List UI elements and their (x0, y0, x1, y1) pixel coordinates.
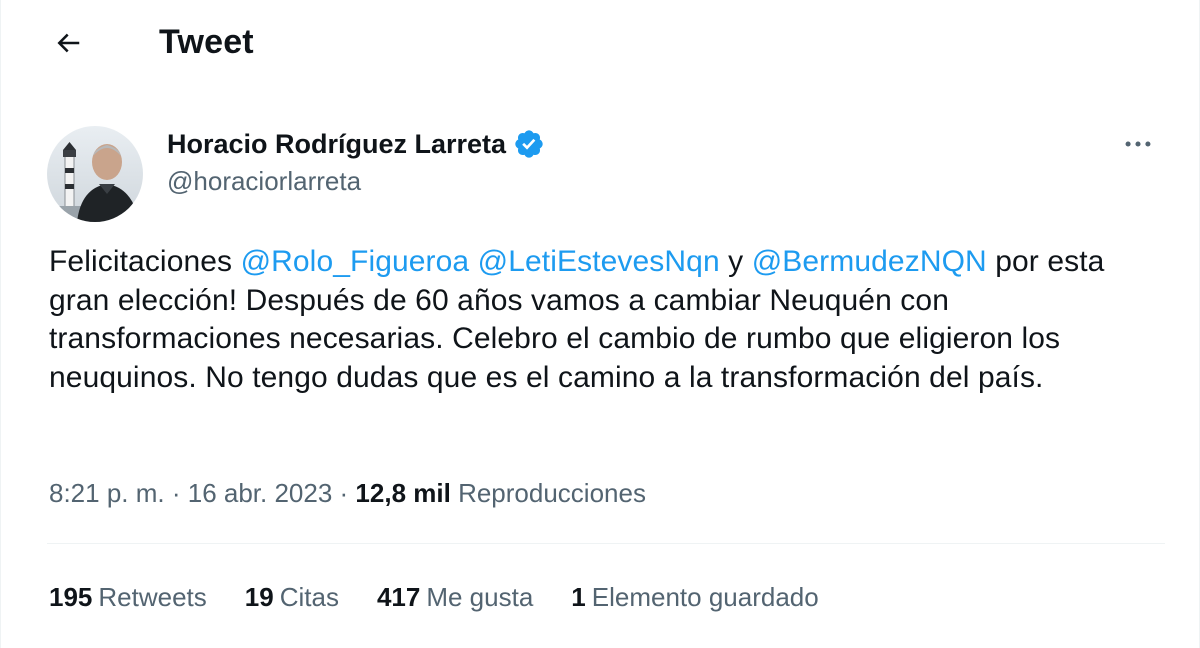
tweet-time[interactable]: 8:21 p. m. (49, 478, 165, 508)
bookmarks-label: Elemento guardado (591, 582, 819, 612)
tweet-text-part: y (719, 245, 752, 278)
verified-badge-icon[interactable] (513, 128, 545, 160)
divider (47, 543, 1165, 544)
more-dots-icon (1125, 141, 1151, 147)
retweets-label: Retweets (98, 582, 207, 612)
page-title: Tweet (159, 23, 254, 61)
quotes-stat[interactable]: 19 Citas (245, 578, 339, 616)
quotes-count: 19 (244, 582, 274, 612)
views-label: Reproducciones (458, 478, 646, 508)
likes-count: 417 (376, 582, 421, 612)
meta-separator: · (164, 478, 188, 508)
tweet-page: Tweet Horacio Rodríguez Larreta @horacio… (0, 0, 1200, 648)
views-count: 12,8 mil (355, 478, 451, 508)
avatar[interactable] (47, 126, 143, 222)
author-display-name[interactable]: Horacio Rodríguez Larreta (167, 129, 506, 160)
tweet-text-part (469, 245, 477, 278)
avatar-image (47, 126, 143, 222)
bookmarks-stat[interactable]: 1 Elemento guardado (571, 578, 818, 616)
tweet-text: Felicitaciones @Rolo_Figueroa @LetiEstev… (49, 243, 1159, 397)
tweet-stats: 195 Retweets 19 Citas 417 Me gusta 1 Element… (49, 578, 857, 616)
bookmarks-count: 1 (571, 582, 586, 612)
tweet-text-part: Felicitaciones (49, 245, 241, 278)
arrow-left-icon (57, 33, 80, 53)
mention-link[interactable]: @LetiEstevesNqn (478, 245, 720, 278)
more-options-button[interactable] (1115, 124, 1161, 164)
likes-label: Me gusta (426, 582, 534, 612)
page-header: Tweet (1, 0, 1200, 90)
mention-link[interactable]: @Rolo_Figueroa (241, 245, 470, 278)
tweet-date[interactable]: 16 abr. 2023 (188, 478, 333, 508)
meta-separator: · (332, 478, 356, 508)
retweets-count: 195 (49, 582, 93, 612)
tweet-meta: 8:21 p. m. · 16 abr. 2023 · 12,8 mil Rep… (49, 474, 646, 512)
author-name-row: Horacio Rodríguez Larreta (167, 124, 545, 164)
author-handle[interactable]: @horaciorlarreta (167, 166, 361, 197)
retweets-stat[interactable]: 195 Retweets (49, 578, 207, 616)
likes-stat[interactable]: 417 Me gusta (377, 578, 533, 616)
back-button[interactable] (45, 20, 91, 66)
quotes-label: Citas (279, 582, 339, 612)
mention-link[interactable]: @BermudezNQN (752, 245, 987, 278)
